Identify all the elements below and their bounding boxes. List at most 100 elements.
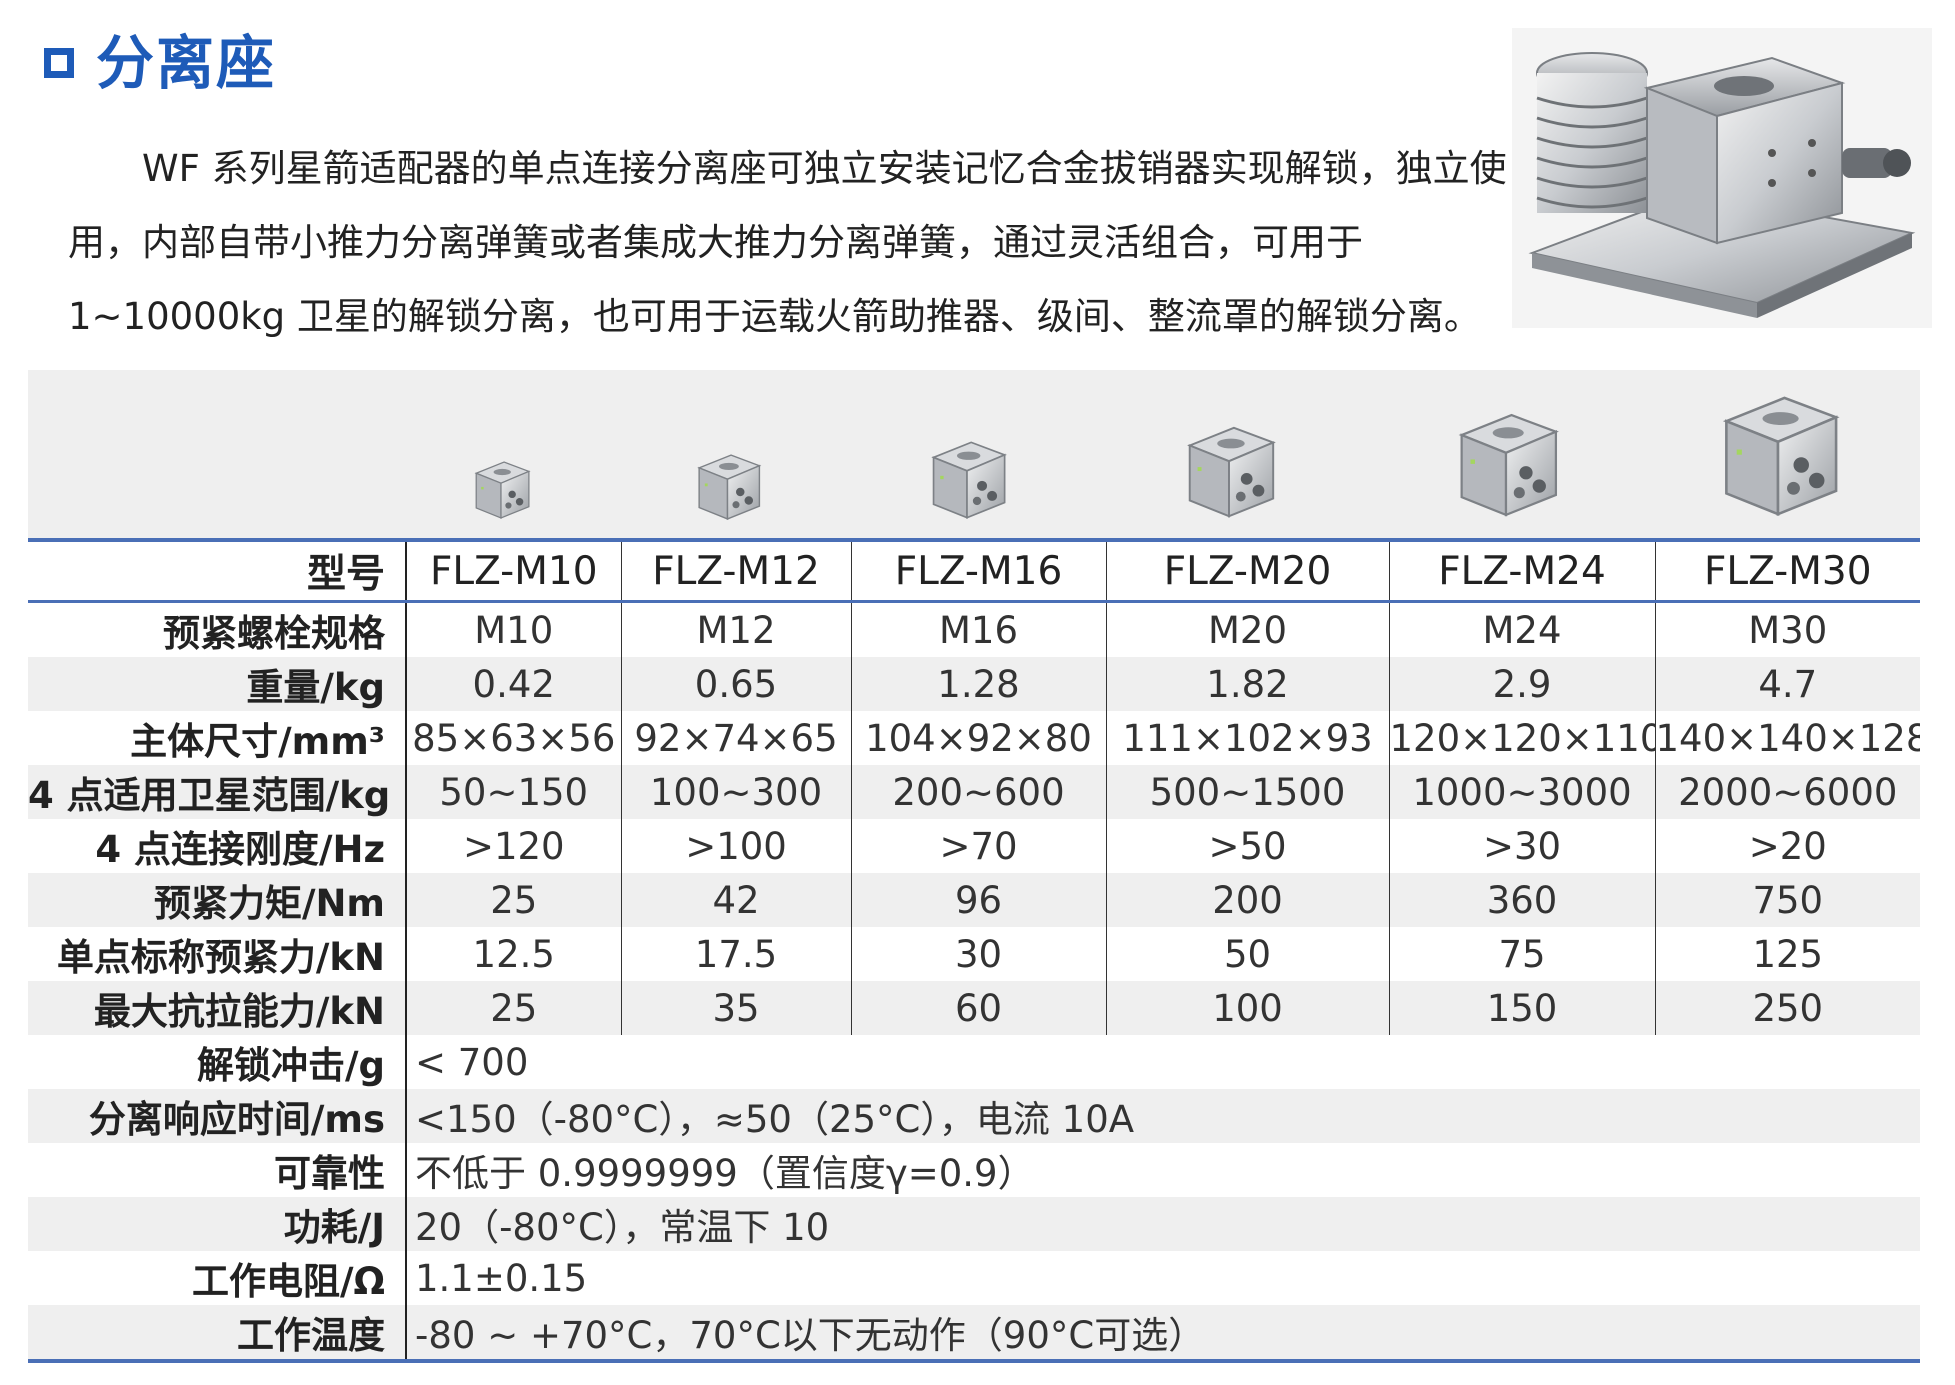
model-name: FLZ-M20 xyxy=(1106,540,1390,602)
table-cell: 2000~6000 xyxy=(1655,765,1920,819)
model-name: FLZ-M24 xyxy=(1389,540,1656,602)
table-cell: 35 xyxy=(621,981,852,1035)
product-lineup xyxy=(28,370,1920,538)
intro-text: WF 系列星箭适配器的单点连接分离座可独立安装记忆合金拔销器实现解锁，独立使用，… xyxy=(68,147,1507,338)
table-cell: 不低于 0.9999999（置信度γ=0.9） xyxy=(415,1152,1035,1195)
product-image-flz-m20 xyxy=(1178,418,1280,526)
table-cell: >120 xyxy=(406,819,622,873)
table-row: 可靠性 不低于 0.9999999（置信度γ=0.9） xyxy=(28,1143,1920,1197)
row-label: 型号 xyxy=(28,540,407,602)
table-cell: 120×120×110 xyxy=(1389,711,1656,765)
row-label: 4 点适用卫星范围/kg xyxy=(28,765,407,819)
spec-table: 型号 FLZ-M10 FLZ-M12 FLZ-M16 FLZ-M20 FLZ-M… xyxy=(28,538,1920,1363)
product-image-flz-m16 xyxy=(923,434,1011,526)
table-cell: -80 ~ +70°C，70°C以下无动作（90°C可选） xyxy=(406,1305,1920,1361)
table-cell: 12.5 xyxy=(406,927,622,981)
table-cell: 25 xyxy=(406,981,622,1035)
table-cell: 100~300 xyxy=(621,765,852,819)
table-cell: 111×102×93 xyxy=(1106,711,1390,765)
table-cell: 150 xyxy=(1389,981,1656,1035)
table-cell: 50 xyxy=(1106,927,1390,981)
table-row: 解锁冲击/g < 700 xyxy=(28,1035,1920,1089)
table-cell: 140×140×128 xyxy=(1655,716,1921,760)
separation-seat-illustration xyxy=(1528,52,1916,318)
table-cell: 20（-80°C），常温下 10 xyxy=(406,1197,1920,1251)
table-cell: 250 xyxy=(1655,981,1920,1035)
table-cell: 750 xyxy=(1655,873,1920,927)
row-label: 功耗/J xyxy=(28,1197,407,1251)
table-cell: 100 xyxy=(1106,981,1390,1035)
row-label: 工作温度 xyxy=(28,1305,407,1361)
table-cell: 30 xyxy=(851,927,1107,981)
model-name: FLZ-M10 xyxy=(406,540,622,602)
product-image-flz-m24 xyxy=(1450,404,1562,526)
row-label: 工作电阻/Ω xyxy=(28,1251,407,1305)
model-name: FLZ-M16 xyxy=(851,540,1107,602)
row-label: 主体尺寸/mm³ xyxy=(28,711,407,765)
table-cell: 4.7 xyxy=(1655,657,1920,711)
table-cell: 75 xyxy=(1389,927,1656,981)
table-row: 预紧力矩/Nm 25 42 96 200 360 750 xyxy=(28,873,1920,927)
table-row: 重量/kg 0.42 0.65 1.28 1.82 2.9 4.7 xyxy=(28,657,1920,711)
table-cell: 1.28 xyxy=(851,657,1107,711)
row-label: 4 点连接刚度/Hz xyxy=(28,819,407,873)
product-image-flz-m12 xyxy=(690,448,765,526)
table-cell: 42 xyxy=(621,873,852,927)
table-cell: 200 xyxy=(1106,873,1390,927)
section-title: 分离座 xyxy=(44,28,276,98)
table-row: 最大抗拉能力/kN 25 35 60 100 150 250 xyxy=(28,981,1920,1035)
table-cell: 0.42 xyxy=(406,657,622,711)
product-image-flz-m10 xyxy=(470,455,532,525)
table-row: 单点标称预紧力/kN 12.5 17.5 30 50 75 125 xyxy=(28,927,1920,981)
table-cell: M20 xyxy=(1106,601,1390,657)
table-cell: 1.82 xyxy=(1106,657,1390,711)
table-row: 功耗/J 20（-80°C），常温下 10 xyxy=(28,1197,1920,1251)
table-cell: 60 xyxy=(851,981,1107,1035)
table-row: 4 点连接刚度/Hz >120 >100 >70 >50 >30 >20 xyxy=(28,819,1920,873)
table-cell: 92×74×65 xyxy=(621,711,852,765)
table-row: 4 点适用卫星范围/kg 50~150 100~300 200~600 500~… xyxy=(28,765,1920,819)
row-label: 单点标称预紧力/kN xyxy=(28,927,407,981)
model-name: FLZ-M12 xyxy=(621,540,852,602)
row-label: 分离响应时间/ms xyxy=(28,1089,407,1143)
page-title: 分离座 xyxy=(96,29,277,97)
table-cell: M30 xyxy=(1748,608,1828,652)
table-cell: >70 xyxy=(851,819,1107,873)
table-cell: 1000~3000 xyxy=(1389,765,1656,819)
table-cell: 17.5 xyxy=(621,927,852,981)
table-cell: 360 xyxy=(1389,873,1656,927)
table-header-row: 型号 FLZ-M10 FLZ-M12 FLZ-M16 FLZ-M20 FLZ-M… xyxy=(28,540,1920,602)
table-row: 预紧螺栓规格 M10 M12 M16 M20 M24 M30 xyxy=(28,601,1920,657)
table-cell: 0.65 xyxy=(621,657,852,711)
table-cell: 200~600 xyxy=(851,765,1107,819)
table-cell: 1.1±0.15 xyxy=(415,1256,588,1300)
row-label: 预紧力矩/Nm xyxy=(28,873,407,927)
table-cell: 25 xyxy=(406,873,622,927)
row-label: 解锁冲击/g xyxy=(28,1035,407,1089)
table-cell: M12 xyxy=(621,601,852,657)
product-image-flz-m30 xyxy=(1712,385,1844,527)
table-cell: M16 xyxy=(851,601,1107,657)
table-cell: 125 xyxy=(1752,932,1824,976)
table-row: 工作温度 -80 ~ +70°C，70°C以下无动作（90°C可选） xyxy=(28,1305,1920,1361)
table-cell: M24 xyxy=(1389,601,1656,657)
table-cell: >50 xyxy=(1106,819,1390,873)
table-cell: 96 xyxy=(851,873,1107,927)
table-cell: >100 xyxy=(621,819,852,873)
row-label: 重量/kg xyxy=(28,657,407,711)
table-cell: 85×63×56 xyxy=(406,711,622,765)
spring-icon xyxy=(1536,52,1648,213)
title-square-icon xyxy=(44,48,74,78)
table-cell: >30 xyxy=(1389,819,1656,873)
row-label: 最大抗拉能力/kN xyxy=(28,981,407,1035)
table-cell: <150（-80°C），≈50（25°C），电流 10A xyxy=(406,1089,1920,1143)
table-row: 分离响应时间/ms <150（-80°C），≈50（25°C），电流 10A xyxy=(28,1089,1920,1143)
row-label: 预紧螺栓规格 xyxy=(28,601,407,657)
table-cell: 500~1500 xyxy=(1106,765,1390,819)
table-cell: 104×92×80 xyxy=(851,711,1107,765)
table-row: 工作电阻/Ω 1.1±0.15 xyxy=(28,1251,1920,1305)
hero-product-image xyxy=(1512,28,1932,328)
table-row: 主体尺寸/mm³ 85×63×56 92×74×65 104×92×80 111… xyxy=(28,711,1920,765)
table-cell: < 700 xyxy=(415,1040,529,1084)
table-cell: 50~150 xyxy=(406,765,622,819)
